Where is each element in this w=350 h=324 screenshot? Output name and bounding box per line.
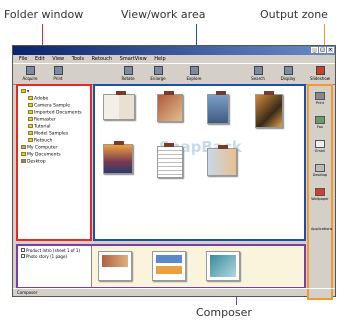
tool-enlarge[interactable]: Enlarge bbox=[147, 66, 169, 84]
tree-item[interactable]: Tutorial bbox=[28, 124, 51, 130]
output-email[interactable]: Email bbox=[311, 140, 329, 153]
folder-icon bbox=[21, 152, 26, 156]
thumbnail-vertical-photo[interactable] bbox=[207, 91, 229, 124]
tool-display[interactable]: Display bbox=[277, 66, 299, 84]
output-wallpaper[interactable]: Wallpaper bbox=[311, 188, 329, 201]
tree-item[interactable]: Adobe bbox=[28, 96, 48, 102]
output-zone[interactable]: Print Fax Email Desktop Wallpaper Applic… bbox=[307, 84, 333, 300]
folder-icon bbox=[28, 96, 33, 100]
menu-smartview[interactable]: SmartView bbox=[120, 56, 147, 62]
folder-icon bbox=[28, 131, 33, 135]
tree-item[interactable]: Camera Sample bbox=[28, 103, 70, 109]
tool-search[interactable]: Search bbox=[247, 66, 269, 84]
menu-retouch[interactable]: Retouch bbox=[92, 56, 112, 62]
minimize-button[interactable]: _ bbox=[311, 47, 318, 53]
composer-page[interactable] bbox=[98, 251, 132, 281]
tree-item[interactable]: Desktop bbox=[21, 159, 46, 165]
computer-icon bbox=[21, 145, 26, 149]
printer-icon bbox=[315, 92, 325, 100]
menu-bar: File Edit View Tools Retouch SmartView H… bbox=[13, 55, 335, 63]
thumbnail-book[interactable] bbox=[103, 91, 135, 120]
thumbnail-sunset[interactable] bbox=[103, 141, 133, 174]
status-bar: Composer bbox=[13, 288, 335, 296]
tree-root[interactable]: ▾ bbox=[21, 89, 29, 95]
tree-item[interactable]: My Computer bbox=[21, 145, 57, 151]
tree-item[interactable]: My Documents bbox=[21, 152, 61, 158]
thumbnail-collage[interactable] bbox=[157, 91, 183, 122]
display-icon bbox=[283, 66, 293, 75]
composer-list-item[interactable]: Product Intro (sheet 1 of 1) bbox=[18, 246, 91, 253]
composer-list-item[interactable]: Photo story (1 page) bbox=[18, 253, 91, 259]
folder-icon bbox=[21, 89, 26, 93]
fax-icon bbox=[315, 116, 325, 124]
callout-folder-window: Folder window bbox=[4, 8, 84, 21]
folder-icon bbox=[28, 110, 33, 114]
composer-page[interactable] bbox=[206, 251, 240, 281]
tool-acquire[interactable]: Acquire bbox=[19, 66, 41, 84]
menu-file[interactable]: File bbox=[19, 56, 27, 62]
camera-icon bbox=[25, 66, 35, 75]
app-window: _ □ × File Edit View Tools Retouch Smart… bbox=[12, 45, 336, 300]
tree-item[interactable]: Remaster bbox=[28, 117, 56, 123]
output-fax[interactable]: Fax bbox=[311, 116, 329, 129]
menu-edit[interactable]: Edit bbox=[35, 56, 45, 62]
title-bar: _ □ × bbox=[13, 46, 335, 55]
printer-icon bbox=[53, 66, 63, 75]
folder-window[interactable]: ▾ Adobe Camera Sample Imported Documents… bbox=[16, 84, 92, 241]
tree-item[interactable]: Retouch bbox=[28, 138, 52, 144]
wallpaper-icon bbox=[315, 188, 325, 196]
tool-print[interactable]: Print bbox=[47, 66, 69, 84]
tool-rotate[interactable]: Rotate bbox=[117, 66, 139, 84]
folder-icon bbox=[28, 117, 33, 121]
tool-explore[interactable]: Explore bbox=[183, 66, 205, 84]
callout-output-zone: Output zone bbox=[260, 8, 328, 21]
document-icon bbox=[21, 254, 25, 258]
explore-icon bbox=[189, 66, 199, 75]
composer-panel[interactable]: Product Intro (sheet 1 of 1) Photo story… bbox=[16, 244, 306, 289]
view-work-area[interactable]: SnapBack bbox=[93, 84, 306, 241]
menu-view[interactable]: View bbox=[52, 56, 64, 62]
desktop-icon bbox=[315, 164, 325, 172]
menu-tools[interactable]: Tools bbox=[72, 56, 84, 62]
tool-slideshow[interactable]: Slideshow bbox=[309, 66, 331, 84]
document-icon bbox=[21, 248, 25, 252]
slideshow-icon bbox=[315, 66, 325, 75]
folder-icon bbox=[28, 124, 33, 128]
menu-help[interactable]: Help bbox=[154, 56, 165, 62]
output-desktop[interactable]: Desktop bbox=[311, 164, 329, 177]
desktop-icon bbox=[21, 159, 26, 163]
tree-item[interactable]: Imported Documents bbox=[28, 110, 82, 116]
callout-view-work-area: View/work area bbox=[121, 8, 206, 21]
maximize-button[interactable]: □ bbox=[319, 47, 326, 53]
thumbnail-magazine[interactable] bbox=[207, 145, 237, 176]
zoom-icon bbox=[153, 66, 163, 75]
folder-icon bbox=[28, 138, 33, 142]
output-applications[interactable]: Applications bbox=[311, 226, 332, 231]
toolbar: Acquire Print Rotate Enlarge Explore Sea… bbox=[13, 63, 335, 85]
output-print[interactable]: Print bbox=[311, 92, 329, 105]
email-icon bbox=[315, 140, 325, 148]
search-icon bbox=[253, 66, 263, 75]
close-button[interactable]: × bbox=[327, 47, 334, 53]
rotate-icon bbox=[123, 66, 133, 75]
thumbnail-document[interactable] bbox=[157, 143, 183, 178]
callout-composer: Composer bbox=[196, 306, 252, 319]
composer-list[interactable]: Product Intro (sheet 1 of 1) Photo story… bbox=[18, 246, 92, 287]
thumbnail-tiger[interactable] bbox=[255, 91, 283, 128]
tree-item[interactable]: Model Samples bbox=[28, 131, 68, 137]
folder-icon bbox=[28, 103, 33, 107]
composer-page[interactable] bbox=[152, 251, 186, 281]
